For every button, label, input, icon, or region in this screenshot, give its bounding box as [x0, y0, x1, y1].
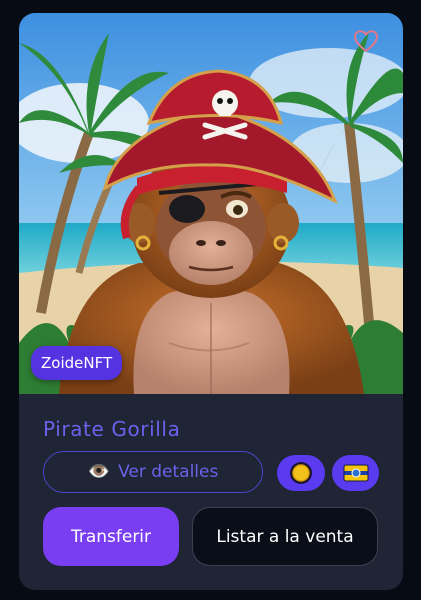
eye-icon: 👁️ — [87, 461, 111, 482]
list-for-sale-button[interactable]: Listar a la venta — [192, 507, 378, 566]
coin-chip-button[interactable] — [277, 455, 325, 491]
coin-icon — [290, 462, 312, 484]
flag-icon — [343, 464, 368, 482]
transfer-button[interactable]: Transferir — [43, 507, 179, 566]
heart-icon[interactable] — [353, 29, 379, 53]
flag-chip-button[interactable] — [332, 455, 379, 491]
nft-title: Pirate Gorilla — [43, 417, 181, 441]
view-details-button[interactable]: 👁️ Ver detalles — [43, 451, 263, 493]
creator-badge[interactable]: ZoideNFT — [31, 346, 123, 380]
view-details-label: Ver detalles — [118, 462, 219, 482]
nft-card: ZoideNFT Pirate Gorilla 👁️ Ver detalles … — [19, 13, 403, 590]
nft-image[interactable] — [19, 13, 403, 394]
